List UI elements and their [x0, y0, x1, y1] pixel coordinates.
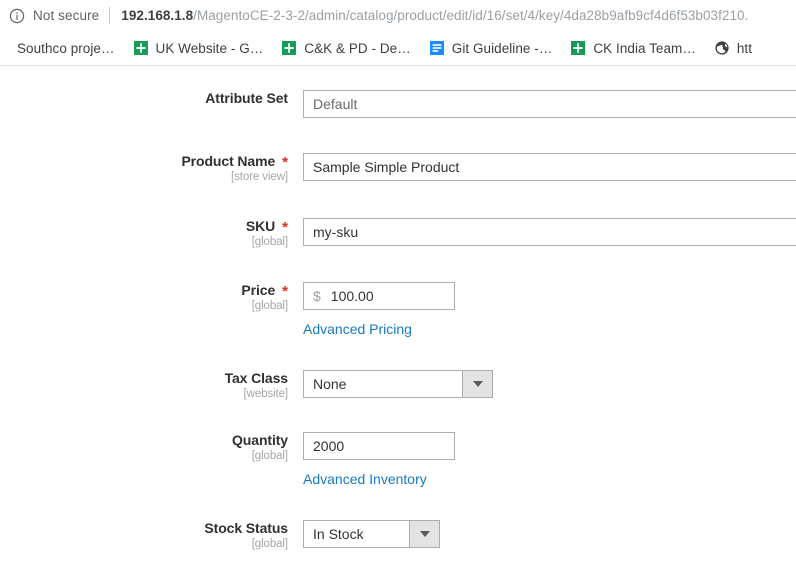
tax-class-select[interactable]: None — [303, 370, 493, 398]
advanced-pricing-link[interactable]: Advanced Pricing — [303, 321, 412, 337]
price-value: 100.00 — [330, 288, 374, 304]
url-text[interactable]: 192.168.1.8/MagentoCE-2-3-2/admin/catalo… — [121, 8, 748, 23]
product-edit-form: Attribute Set Default Product Name * [st… — [0, 66, 796, 572]
sku-scope: [global] — [251, 236, 288, 248]
tax-class-scope: [website] — [243, 388, 289, 400]
field-row-attribute-set: Attribute Set Default — [0, 90, 796, 118]
required-indicator: * — [282, 283, 288, 300]
quantity-value: 2000 — [313, 438, 345, 454]
attribute-set-control-cell: Default — [303, 90, 796, 118]
url-path: /MagentoCE-2-3-2/admin/catalog/product/e… — [193, 8, 749, 23]
bookmark-label: htt — [736, 40, 753, 56]
product-name-control-cell: Sample Simple Product — [303, 153, 796, 181]
price-label-cell: Price * [global] — [0, 282, 303, 312]
stock-status-scope: [global] — [251, 538, 288, 550]
required-indicator: * — [282, 219, 288, 236]
product-name-scope: [store view] — [231, 171, 288, 183]
browser-chrome: Not secure 192.168.1.8/MagentoCE-2-3-2/a… — [0, 0, 796, 66]
stock-status-control-cell: In Stock — [303, 520, 796, 548]
google-sheets-icon — [282, 41, 297, 55]
google-sheets-icon — [571, 41, 586, 55]
product-name-label: Product Name — [181, 153, 276, 169]
bookmark-ck-india-team[interactable]: CK India Team… — [561, 35, 705, 61]
quantity-label: Quantity — [232, 432, 288, 448]
tax-class-label: Tax Class — [224, 370, 289, 386]
stock-status-select[interactable]: In Stock — [303, 520, 440, 548]
attribute-set-value: Default — [313, 96, 358, 112]
google-docs-icon — [429, 41, 444, 55]
bookmark-label: C&K & PD - De… — [304, 40, 411, 56]
bookmark-label: Git Guideline -… — [451, 40, 553, 56]
omnibox-divider — [109, 7, 111, 24]
bookmark-label: UK Website - G… — [155, 40, 264, 56]
currency-symbol: $ — [313, 288, 321, 304]
quantity-label-cell: Quantity [global] — [0, 432, 303, 462]
bookmark-ck-pd-dev[interactable]: C&K & PD - De… — [272, 35, 419, 61]
bookmarks-bar: Southco proje… UK Website - G… C&K & PD … — [0, 31, 796, 66]
sku-control-cell: my-sku — [303, 218, 796, 246]
sku-label: SKU — [245, 218, 276, 234]
security-status-label: Not secure — [33, 8, 100, 23]
attribute-set-label: Attribute Set — [205, 90, 288, 106]
bookmark-southco-project[interactable]: Southco proje… — [8, 35, 124, 61]
field-row-price: Price * [global] $ 100.00 Advanced Prici… — [0, 282, 796, 339]
globe-icon — [715, 41, 729, 55]
quantity-scope: [global] — [251, 450, 288, 462]
price-control-cell: $ 100.00 Advanced Pricing — [303, 282, 796, 339]
quantity-input[interactable]: 2000 — [303, 432, 455, 460]
sku-value: my-sku — [313, 224, 359, 240]
product-name-value: Sample Simple Product — [313, 159, 460, 175]
product-name-input[interactable]: Sample Simple Product — [303, 153, 796, 181]
bookmark-uk-website[interactable]: UK Website - G… — [124, 35, 273, 61]
required-indicator: * — [282, 154, 288, 171]
field-row-tax-class: Tax Class [website] None — [0, 370, 796, 400]
price-input[interactable]: $ 100.00 — [303, 282, 455, 310]
price-scope: [global] — [251, 300, 288, 312]
sku-input[interactable]: my-sku — [303, 218, 796, 246]
chevron-down-icon[interactable] — [462, 371, 492, 397]
sku-label-cell: SKU * [global] — [0, 218, 303, 248]
tax-class-value: None — [313, 376, 347, 392]
google-sheets-icon — [133, 41, 148, 55]
field-row-stock-status: Stock Status [global] In Stock — [0, 520, 796, 550]
tax-class-control-cell: None — [303, 370, 796, 398]
chevron-down-icon[interactable] — [409, 521, 439, 547]
quantity-control-cell: 2000 Advanced Inventory — [303, 432, 796, 489]
attribute-set-input[interactable]: Default — [303, 90, 796, 118]
omnibox[interactable]: Not secure 192.168.1.8/MagentoCE-2-3-2/a… — [0, 0, 796, 31]
stock-status-value: In Stock — [313, 526, 364, 542]
url-host: 192.168.1.8 — [121, 8, 194, 23]
field-row-product-name: Product Name * [store view] Sample Simpl… — [0, 153, 796, 183]
bookmark-label: CK India Team… — [593, 40, 696, 56]
info-circle-icon[interactable] — [9, 8, 25, 24]
attribute-set-label-cell: Attribute Set — [0, 90, 303, 106]
price-label: Price — [241, 282, 276, 298]
product-name-label-cell: Product Name * [store view] — [0, 153, 303, 183]
tax-class-label-cell: Tax Class [website] — [0, 370, 303, 400]
stock-status-label: Stock Status — [204, 520, 288, 536]
bookmark-label: Southco proje… — [17, 40, 115, 56]
bookmark-generic-link[interactable]: htt — [705, 35, 761, 61]
field-row-sku: SKU * [global] my-sku — [0, 218, 796, 248]
bookmark-git-guideline[interactable]: Git Guideline -… — [420, 35, 562, 61]
stock-status-label-cell: Stock Status [global] — [0, 520, 303, 550]
field-row-quantity: Quantity [global] 2000 Advanced Inventor… — [0, 432, 796, 489]
advanced-inventory-link[interactable]: Advanced Inventory — [303, 471, 427, 487]
